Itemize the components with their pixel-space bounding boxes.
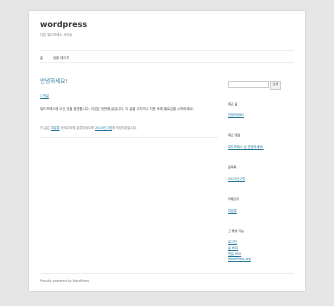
nav-divider-top: [40, 50, 294, 51]
widget-title-recent-posts: 최근 글: [228, 102, 238, 106]
post-divider: [40, 137, 218, 138]
archive-link[interactable]: 2013년 2월: [228, 176, 245, 181]
post-content: 워드프레스에 오신 것을 환영합니다. 이것은 첫번째 글입니다. 이 글을 고…: [40, 107, 194, 111]
nav-divider-bottom: [40, 62, 294, 63]
widget-title-recent-comments: 최근 댓글: [228, 133, 241, 137]
search-input[interactable]: [228, 81, 269, 88]
widget-title-meta: 그 밖의 기능: [228, 229, 244, 233]
post-meta-prefix: 이 글은: [40, 126, 50, 130]
recent-comment-link[interactable]: 워드프레스 님 안녕하세요!: [228, 144, 264, 149]
category-link[interactable]: 미분류: [228, 208, 237, 213]
site-description: 다른 워드프레스 사이트: [40, 33, 73, 37]
site-title[interactable]: wordpress: [40, 20, 87, 29]
nav-item-sample-page[interactable]: 샘플 페이지: [53, 55, 69, 60]
post-meta-suffix: 에 작성되었습니다.: [111, 126, 138, 130]
footer-divider: [40, 273, 294, 274]
meta-link-entries-rss[interactable]: 글 RSS: [228, 245, 238, 250]
post-meta-middle: 카테고리에 분류되었으며: [60, 126, 94, 130]
page-container: wordpress 다른 워드프레스 사이트 홈 샘플 페이지 안녕하세요! 1…: [29, 11, 305, 291]
search-button[interactable]: 검색: [270, 81, 281, 90]
meta-link-wordpress-org[interactable]: WordPress.org: [228, 257, 251, 261]
widget-title-archives: 글목록: [228, 165, 237, 169]
meta-link-login[interactable]: 로그인: [228, 239, 237, 244]
comments-link[interactable]: 1 댓글: [40, 93, 49, 98]
recent-post-link[interactable]: 안녕하세요!: [228, 112, 244, 117]
post-category-link[interactable]: 미분류: [51, 126, 60, 130]
post-meta: 이 글은 미분류 카테고리에 분류되었으며 2013년 2월에 작성되었습니다.: [40, 125, 218, 130]
widget-title-categories: 카테고리: [228, 197, 240, 201]
nav-item-home[interactable]: 홈: [40, 55, 43, 60]
footer-credit[interactable]: Proudly powered by WordPress: [40, 279, 89, 283]
post-title[interactable]: 안녕하세요!: [40, 77, 68, 85]
meta-link-comments-rss[interactable]: 댓글 RSS: [228, 251, 241, 256]
post-date-link[interactable]: 2013년 2월: [95, 126, 112, 130]
